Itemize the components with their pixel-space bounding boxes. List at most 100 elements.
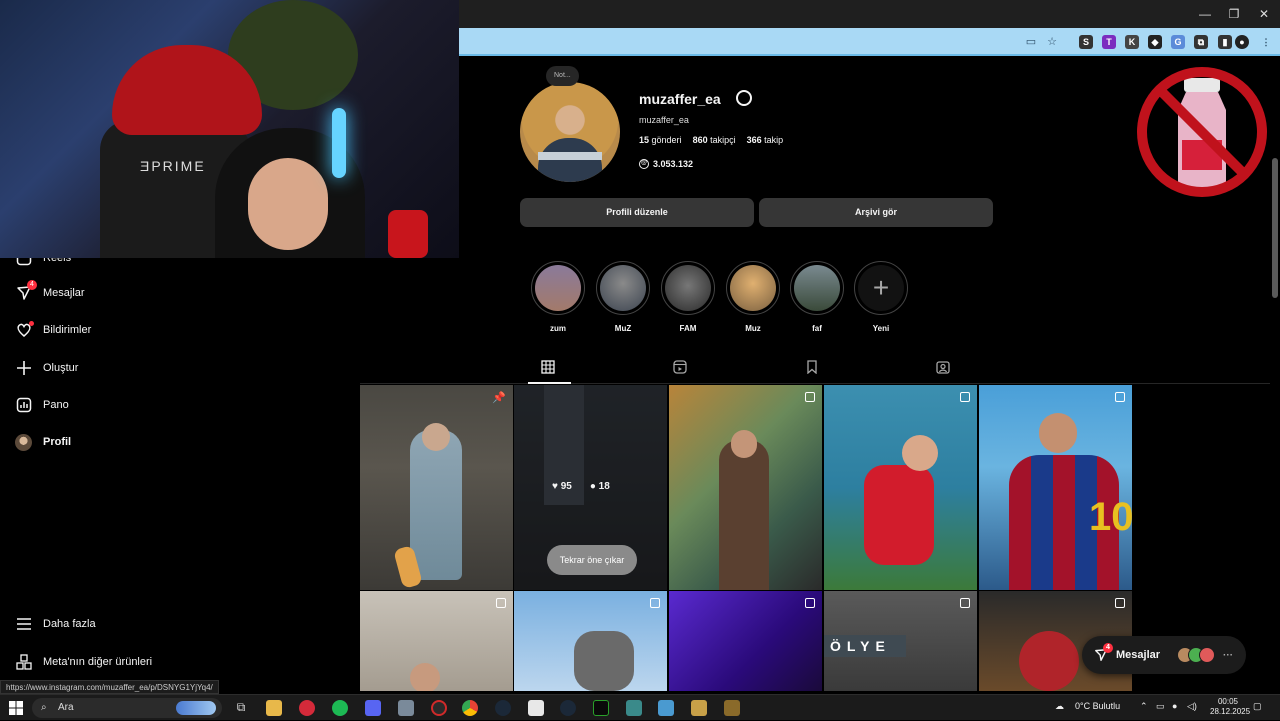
close-window-button[interactable]: ✕: [1249, 5, 1279, 23]
steam-icon[interactable]: [560, 700, 576, 716]
post-thumbnail[interactable]: ♥ 95 ● 18 Tekrar öne çıkar: [514, 385, 667, 590]
address-bar[interactable]: ▭ ☆ S T K ◆ G ⧉ ▮ ● ⋮: [459, 28, 1280, 56]
post-figure: [719, 440, 769, 590]
minimize-button[interactable]: —: [1190, 5, 1220, 23]
profile-username: muzaffer_ea: [639, 91, 721, 107]
time-text: 00:05: [1217, 697, 1239, 706]
messenger-icon: 4: [15, 279, 37, 302]
extension-icon[interactable]: K: [1125, 35, 1139, 49]
notification-badge: 4: [27, 279, 37, 290]
note-bubble[interactable]: Not...: [546, 66, 579, 86]
discord-icon[interactable]: [365, 700, 381, 716]
post-figure-head: [422, 423, 450, 451]
profile-icon[interactable]: ●: [1235, 35, 1249, 49]
post-figure: [864, 465, 934, 565]
highlight-item[interactable]: MuZ: [596, 261, 650, 333]
file-icon[interactable]: [528, 700, 544, 716]
re-feature-button[interactable]: Tekrar öne çıkar: [547, 545, 637, 575]
post-thumbnail[interactable]: [824, 385, 977, 590]
task-view-icon[interactable]: ⧉: [233, 700, 249, 716]
notification-center-icon[interactable]: ▢: [1253, 701, 1262, 712]
sidebar-item-dashboard[interactable]: Pano: [15, 393, 69, 417]
more-icon: ···: [1223, 649, 1234, 661]
post-thumbnail[interactable]: 10: [979, 385, 1132, 590]
sidebar-item-messages[interactable]: 4 Mesajlar: [15, 279, 85, 305]
extension-icon[interactable]: ◆: [1148, 35, 1162, 49]
edit-profile-button[interactable]: Profili düzenle: [520, 198, 754, 227]
maximize-button[interactable]: ❐: [1219, 5, 1249, 23]
terminal-icon[interactable]: [593, 700, 609, 716]
post-figure: [1019, 631, 1079, 691]
highlight-item[interactable]: Muz: [726, 261, 780, 333]
clock[interactable]: 00:05 28.12.2025: [1210, 697, 1250, 717]
volume-icon[interactable]: ◁): [1187, 701, 1197, 712]
avatar: [1199, 647, 1216, 663]
spotify-icon[interactable]: [332, 700, 348, 716]
post-thumbnail[interactable]: [360, 591, 513, 691]
highlight-item[interactable]: zum: [531, 261, 585, 333]
file-explorer-icon[interactable]: [266, 700, 282, 716]
hamburger-icon: [15, 616, 32, 633]
view-archive-button[interactable]: Arşivi gör: [759, 198, 993, 227]
carousel-icon: [650, 598, 660, 608]
highlight-label: zum: [550, 324, 566, 333]
menu-kebab-icon[interactable]: ⋮: [1259, 35, 1273, 49]
weather-text[interactable]: 0°C Bulutlu: [1075, 701, 1120, 711]
windows-taskbar: ⌕ Ara ⧉ ☁ 0°C Bulutlu ⌃ ▭ ● ◁) 00:05 28.…: [0, 694, 1280, 720]
extension-icon[interactable]: S: [1079, 35, 1093, 49]
sidebar-item-profile[interactable]: Profil: [15, 430, 71, 454]
sidebar-item-create[interactable]: Oluştur: [15, 356, 78, 380]
new-highlight-button[interactable]: + Yeni: [854, 261, 908, 333]
app-icon[interactable]: [724, 700, 740, 716]
app-icon[interactable]: [431, 700, 447, 716]
page-scrollbar[interactable]: [1270, 58, 1280, 694]
active-tab-indicator: [528, 382, 571, 384]
highlight-cover: [794, 265, 840, 311]
post-thumbnail[interactable]: [514, 591, 667, 691]
highlight-item[interactable]: FAM: [661, 261, 715, 333]
sidebar-item-meta[interactable]: Meta'nın diğer ürünleri: [15, 650, 152, 674]
scrollbar-thumb[interactable]: [1272, 158, 1278, 298]
taskbar-search[interactable]: ⌕ Ara: [32, 698, 222, 718]
tab-saved[interactable]: [805, 360, 821, 376]
sidebar-item-notifications[interactable]: Bildirimler: [15, 318, 91, 342]
post-thumbnail[interactable]: ÖLYE: [824, 591, 977, 691]
tab-posts[interactable]: [541, 360, 557, 376]
app-icon[interactable]: [626, 700, 642, 716]
translate-icon[interactable]: G: [1171, 35, 1185, 49]
extensions-puzzle-icon[interactable]: ⧉: [1194, 35, 1208, 49]
weather-icon[interactable]: ☁: [1055, 701, 1064, 712]
tab-tagged[interactable]: [936, 360, 952, 376]
microphone-icon[interactable]: ●: [1172, 701, 1177, 711]
sidebar-icon[interactable]: ▮: [1218, 35, 1232, 49]
tab-reels[interactable]: [673, 360, 689, 376]
opera-icon[interactable]: [299, 700, 315, 716]
plus-icon: +: [858, 265, 904, 311]
app-icon[interactable]: [398, 700, 414, 716]
tray-chevron-icon[interactable]: ⌃: [1140, 701, 1148, 712]
bookmark-star-icon[interactable]: ☆: [1045, 35, 1059, 49]
network-icon[interactable]: ▭: [1156, 701, 1165, 712]
profile-picture[interactable]: [520, 82, 620, 182]
highlight-cover: [600, 265, 646, 311]
messages-floating-button[interactable]: 4 Mesajlar ···: [1082, 636, 1246, 674]
extension-icon[interactable]: T: [1102, 35, 1116, 49]
app-icon[interactable]: [658, 700, 674, 716]
chrome-icon[interactable]: [462, 700, 478, 716]
highlight-item[interactable]: faf: [790, 261, 844, 333]
app-icon[interactable]: [691, 700, 707, 716]
settings-icon[interactable]: [736, 90, 752, 106]
sidebar-item-more[interactable]: Daha fazla: [15, 612, 96, 636]
threads-link[interactable]: @ 3.053.132: [639, 159, 693, 169]
post-thumbnail[interactable]: [669, 591, 822, 691]
following-stat[interactable]: 366 takip: [747, 135, 784, 145]
post-thumbnail[interactable]: [669, 385, 822, 590]
saved-icon: [807, 360, 817, 375]
install-app-icon[interactable]: ▭: [1024, 35, 1038, 49]
profile-picture-shirt: [538, 138, 602, 182]
followers-stat[interactable]: 860 takipçi: [693, 135, 736, 145]
post-thumbnail[interactable]: 📌: [360, 385, 513, 590]
no-drink-sticker: [1134, 64, 1270, 200]
steam-icon[interactable]: [495, 700, 511, 716]
windows-start-icon[interactable]: [8, 700, 24, 716]
